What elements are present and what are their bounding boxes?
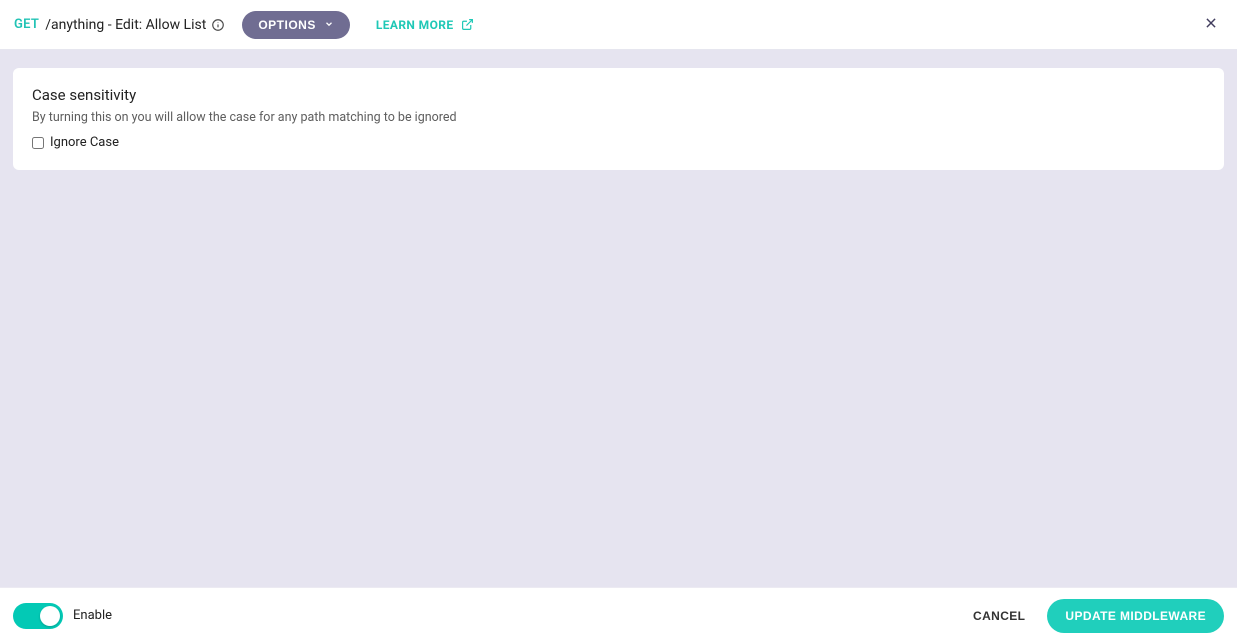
options-button-label: OPTIONS [258,18,316,32]
cancel-button[interactable]: CANCEL [961,599,1037,633]
case-sensitivity-card: Case sensitivity By turning this on you … [13,68,1224,170]
content-area: Case sensitivity By turning this on you … [0,50,1237,587]
enable-toggle[interactable] [13,603,63,629]
close-icon [1204,14,1218,35]
info-icon[interactable] [210,17,226,33]
enable-toggle-label: Enable [73,608,112,623]
http-method-badge: GET [14,17,39,32]
page-title: /anything - Edit: Allow List [45,17,206,33]
card-description: By turning this on you will allow the ca… [32,110,1205,125]
ignore-case-row[interactable]: Ignore Case [32,135,1205,150]
learn-more-link[interactable]: LEARN MORE [376,18,474,32]
options-button[interactable]: OPTIONS [242,11,350,39]
ignore-case-label: Ignore Case [50,135,119,150]
close-button[interactable] [1199,13,1223,37]
update-middleware-button[interactable]: UPDATE MIDDLEWARE [1047,599,1224,633]
header-bar: GET /anything - Edit: Allow List OPTIONS… [0,0,1237,50]
external-link-icon [461,18,474,31]
card-title: Case sensitivity [32,86,1205,104]
footer-bar: Enable CANCEL UPDATE MIDDLEWARE [0,587,1237,643]
toggle-knob [40,606,60,626]
learn-more-label: LEARN MORE [376,18,454,32]
chevron-down-icon [324,18,334,32]
ignore-case-checkbox[interactable] [32,137,44,149]
